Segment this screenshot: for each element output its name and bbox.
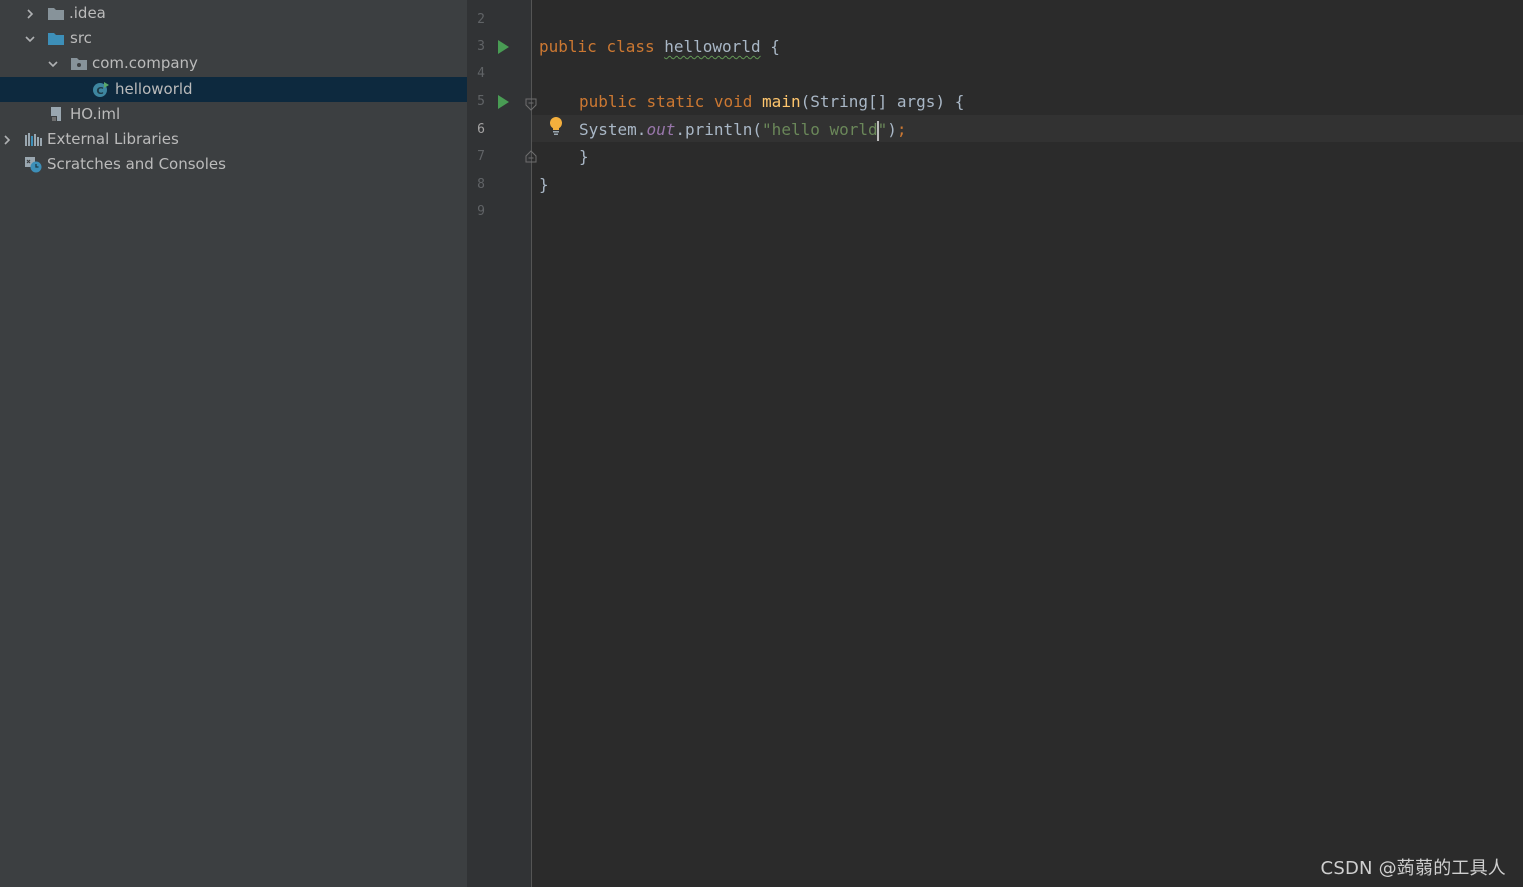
code-line-6[interactable]: System.out.println("hello world");: [579, 116, 907, 143]
brace-token: }: [539, 175, 549, 194]
scratches-icon: [24, 156, 42, 173]
tree-item-label: External Libraries: [47, 130, 179, 148]
tree-item-label: com.company: [92, 54, 198, 72]
code-line-8[interactable]: }: [539, 171, 549, 198]
class-name-token: helloworld: [664, 37, 761, 56]
tree-item-ho-iml[interactable]: HO.iml: [0, 102, 467, 127]
editor-gutter[interactable]: 2 3 4 5 6 7 8 9: [467, 0, 537, 887]
tree-item-com-company[interactable]: com.company: [0, 51, 467, 76]
method-name-token: main: [762, 92, 801, 111]
tree-item-helloworld[interactable]: C helloworld: [0, 77, 467, 102]
tree-item-label: helloworld: [115, 80, 193, 98]
project-tree-panel: .idea src com.company C helloworld HO.im…: [0, 0, 467, 887]
line-number: 8: [477, 177, 485, 192]
package-icon: [70, 55, 88, 72]
ide-window: .idea src com.company C helloworld HO.im…: [0, 0, 1523, 887]
keyword-token: static: [646, 92, 705, 111]
tree-item-label: HO.iml: [70, 105, 121, 123]
tree-item-idea[interactable]: .idea: [0, 1, 467, 26]
watermark-text: CSDN @蒟蒻的工具人: [1320, 858, 1506, 879]
line-number: 5: [477, 94, 485, 109]
code-line-3[interactable]: public class helloworld {: [539, 33, 780, 60]
svg-text:C: C: [96, 86, 103, 97]
libraries-icon: [24, 131, 42, 148]
tree-item-label: Scratches and Consoles: [47, 155, 226, 173]
line-number: 7: [477, 149, 485, 164]
params-token: (String[] args) {: [800, 92, 965, 111]
static-field-token: out: [646, 120, 676, 139]
code-line-7[interactable]: }: [579, 143, 589, 170]
semicolon-token: ;: [896, 120, 907, 139]
keyword-token: public: [579, 92, 637, 111]
keyword-token: class: [606, 37, 655, 56]
fold-end-icon[interactable]: [525, 148, 537, 163]
line-number: 3: [477, 39, 485, 54]
call-token: .println(: [675, 120, 763, 139]
run-main-icon[interactable]: [496, 94, 510, 110]
java-class-icon: C: [92, 81, 110, 98]
fold-open-icon[interactable]: [525, 96, 537, 111]
code-editor[interactable]: 2 3 4 5 6 7 8 9 public class helloworld …: [467, 0, 1523, 887]
source-folder-icon: [47, 30, 65, 47]
folder-icon: [47, 5, 65, 22]
line-number: 2: [477, 12, 485, 27]
receiver-token: System.: [579, 120, 647, 139]
tree-item-external-libraries[interactable]: External Libraries: [0, 127, 467, 152]
string-token: "hello world: [762, 120, 878, 139]
chevron-right-icon[interactable]: [0, 127, 14, 152]
code-line-5[interactable]: public static void main(String[] args) {: [579, 88, 964, 115]
tree-item-label: .idea: [69, 4, 106, 22]
tree-item-label: src: [70, 29, 92, 47]
string-token: ": [877, 120, 888, 139]
run-class-icon[interactable]: [496, 39, 510, 55]
line-number: 9: [477, 204, 485, 219]
brace-token: }: [579, 147, 589, 166]
chevron-right-icon[interactable]: [23, 1, 37, 26]
keyword-token: void: [713, 92, 753, 111]
keyword-token: public: [539, 37, 597, 56]
chevron-down-icon[interactable]: [46, 51, 60, 76]
tree-item-scratches-and-consoles[interactable]: Scratches and Consoles: [0, 152, 467, 177]
chevron-down-icon[interactable]: [23, 26, 37, 51]
paren-token: ): [887, 120, 897, 139]
lightbulb-icon[interactable]: [549, 116, 563, 136]
line-number-current: 6: [477, 122, 485, 137]
line-number: 4: [477, 66, 485, 81]
iml-file-icon: [47, 106, 65, 123]
tree-item-src[interactable]: src: [0, 26, 467, 51]
brace-token: {: [770, 37, 780, 56]
